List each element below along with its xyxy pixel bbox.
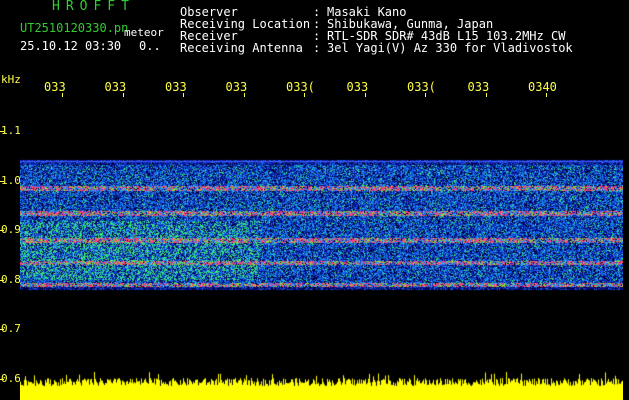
x-tick-mark bbox=[122, 93, 124, 97]
y-tick-mark bbox=[0, 180, 4, 182]
x-tick-label: 033 bbox=[44, 80, 66, 94]
info-label-antenna: Receiving Antenna bbox=[180, 41, 303, 55]
x-tick-label: 033 bbox=[225, 80, 248, 94]
meteor-tag: meteor bbox=[124, 26, 164, 39]
x-tick-mark bbox=[425, 93, 426, 97]
y-tick-mark bbox=[0, 131, 4, 132]
meteor-count: 0.. bbox=[139, 39, 161, 53]
x-tick-mark bbox=[62, 93, 63, 97]
x-tick-label: 033( bbox=[286, 80, 315, 94]
y-axis-unit-label: kHz bbox=[1, 73, 21, 86]
file-name: UT2510120330.pn bbox=[20, 21, 129, 35]
info-colon: : bbox=[313, 41, 321, 55]
x-tick-label: 033 bbox=[104, 80, 127, 94]
x-tick-mark bbox=[485, 93, 487, 97]
x-tick-mark bbox=[546, 93, 547, 97]
x-tick-label: 033( bbox=[407, 80, 436, 94]
x-tick-mark bbox=[183, 93, 184, 97]
spectrogram-canvas[interactable] bbox=[20, 100, 623, 400]
y-tick-mark bbox=[0, 379, 4, 380]
x-tick-mark bbox=[304, 93, 305, 97]
x-tick-label: 033 bbox=[467, 80, 490, 94]
info-value-antenna: 3el Yagi(V) Az 330 for Vladivostok bbox=[327, 41, 573, 55]
app-title: HROFFT bbox=[52, 0, 135, 14]
y-tick-mark bbox=[0, 230, 4, 232]
x-tick-mark bbox=[243, 93, 245, 97]
y-tick-mark bbox=[0, 279, 4, 281]
date-time: 25.10.12 03:30 bbox=[20, 39, 122, 53]
y-tick-mark bbox=[0, 329, 4, 331]
x-tick-mark bbox=[364, 93, 366, 97]
x-tick-label: 033 bbox=[165, 80, 187, 94]
x-tick-label: 033 bbox=[346, 80, 369, 94]
x-tick-label: 0340 bbox=[528, 80, 557, 94]
